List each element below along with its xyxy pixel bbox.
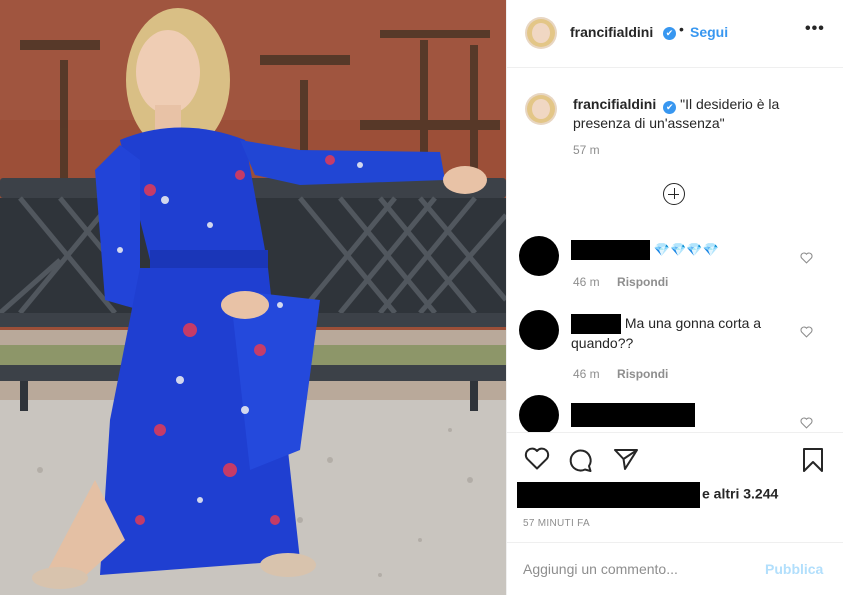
comment-meta: 46 m Rispondi: [573, 367, 682, 381]
redacted-username: [571, 403, 695, 427]
comment-heart-icon[interactable]: [800, 417, 813, 429]
likes-summary[interactable]: e altri 3.244: [517, 482, 778, 508]
author-username[interactable]: francifialdini: [570, 24, 653, 40]
add-comment-bar: Aggiungi un commento... Pubblica: [507, 542, 843, 595]
comment-heart-icon[interactable]: [800, 326, 813, 338]
post-photo[interactable]: [0, 0, 506, 595]
comment-text: [571, 403, 801, 427]
caption-time[interactable]: 57 m: [573, 143, 600, 157]
follow-button[interactable]: Segui: [690, 24, 728, 40]
comment-text: 💎💎💎💎: [571, 240, 801, 261]
comment-time[interactable]: 46 m: [573, 367, 600, 381]
heart-icon[interactable]: [524, 447, 550, 471]
bookmark-icon[interactable]: [802, 447, 824, 473]
redacted-username: [571, 240, 650, 261]
reply-button[interactable]: Rispondi: [617, 275, 668, 289]
more-icon[interactable]: •••: [805, 20, 825, 38]
share-icon[interactable]: [613, 447, 639, 471]
verified-icon: ✔: [663, 101, 677, 114]
caption-avatar[interactable]: [525, 93, 557, 125]
redacted-username: [571, 314, 621, 335]
reply-button[interactable]: Rispondi: [617, 367, 668, 381]
commenter-avatar[interactable]: [519, 236, 559, 276]
comment-body: 💎💎💎💎: [653, 242, 719, 257]
post-timestamp[interactable]: 57 MINUTI FA: [523, 518, 590, 529]
publish-button[interactable]: Pubblica: [765, 561, 823, 577]
commenter-avatar[interactable]: [519, 310, 559, 350]
post-photo-illustration: [0, 0, 506, 595]
commenter-avatar[interactable]: [519, 395, 559, 432]
post-header: francifialdini ✔ • Segui •••: [507, 0, 843, 68]
load-more-icon[interactable]: [663, 183, 685, 205]
post-sidebar: francifialdini ✔ • Segui ••• francifiald…: [506, 0, 843, 595]
post-actions: e altri 3.244 57 MINUTI FA: [507, 432, 843, 542]
comment-meta: 46 m Rispondi: [573, 275, 682, 289]
comment-icon[interactable]: [567, 447, 593, 473]
likes-count[interactable]: e altri 3.244: [702, 486, 778, 502]
comment-heart-icon[interactable]: [800, 252, 813, 264]
redacted-liker: [517, 482, 700, 508]
comment-input[interactable]: Aggiungi un commento...: [523, 561, 678, 577]
comment-item: [507, 394, 843, 432]
caption-username[interactable]: francifialdini: [573, 96, 656, 112]
separator-dot: •: [679, 21, 684, 37]
caption: francifialdini ✔ "Il desiderio è la prese…: [573, 95, 813, 133]
author-avatar[interactable]: [525, 17, 557, 49]
comment-text: Ma una gonna corta a quando??: [571, 314, 801, 353]
verified-icon: ✔: [663, 27, 676, 40]
comment-time[interactable]: 46 m: [573, 275, 600, 289]
